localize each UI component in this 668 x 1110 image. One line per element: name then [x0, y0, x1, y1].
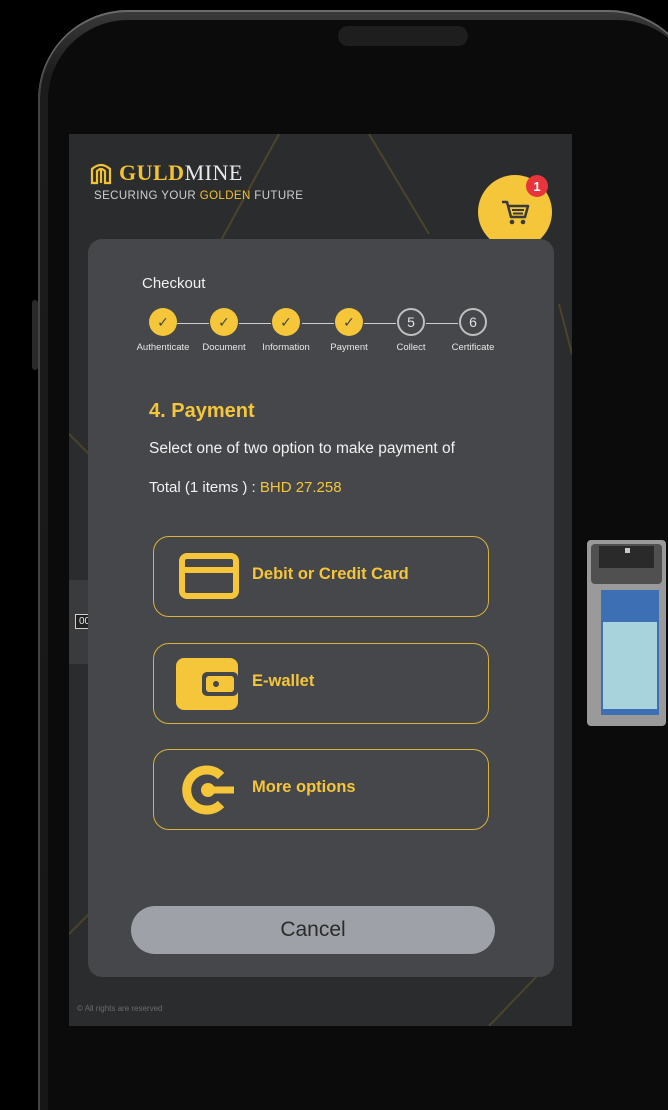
cart-icon: [502, 200, 530, 225]
debit-credit-card-option[interactable]: Debit or Credit Card: [153, 536, 489, 617]
option-label: E-wallet: [252, 672, 315, 690]
copyright-footer: © All rights are reserved: [77, 1004, 163, 1013]
more-options-option[interactable]: More options: [153, 749, 489, 830]
check-icon: ✓: [149, 308, 177, 336]
checkout-card: Checkout ✓ Authenticate ✓ Document ✓ Inf…: [88, 239, 554, 977]
cart-count-badge: 1: [526, 175, 548, 197]
step-authenticate: ✓ Authenticate: [128, 308, 198, 353]
brand-logo: GULDMINE: [89, 160, 243, 186]
brand-tagline: SECURING YOUR GOLDEN FUTURE: [94, 190, 304, 202]
credit-card-icon: [179, 553, 239, 599]
more-options-icon: [182, 765, 234, 815]
section-title: 4. Payment: [149, 400, 255, 422]
step-label: Payment: [330, 342, 368, 353]
option-label: Debit or Credit Card: [252, 565, 409, 583]
step-label: Authenticate: [136, 342, 190, 353]
app-screen: GULDMINE SECURING YOUR GOLDEN FUTURE 1 0…: [69, 134, 572, 1026]
goldmine-logo-icon: [90, 163, 112, 185]
cancel-button[interactable]: Cancel: [131, 906, 495, 954]
brand-name: GULDMINE: [119, 160, 243, 185]
step-label: Document: [202, 342, 246, 353]
step-label: Information: [262, 342, 310, 353]
payment-instructions: Select one of two option to make payment…: [149, 440, 455, 457]
step-collect: 5 Collect: [376, 308, 446, 353]
step-label: Collect: [396, 342, 426, 353]
checkout-title: Checkout: [142, 275, 206, 292]
order-total: Total (1 items ) : BHD 27.258: [149, 479, 342, 496]
wallet-icon: [176, 658, 238, 710]
step-number: 5: [397, 308, 425, 336]
phone-side-button: [32, 300, 38, 370]
check-icon: ✓: [272, 308, 300, 336]
step-label: Certificate: [451, 342, 495, 353]
option-label: More options: [252, 778, 356, 796]
check-icon: ✓: [335, 308, 363, 336]
usb-drive-icon: [587, 540, 666, 726]
step-document: ✓ Document: [189, 308, 259, 353]
e-wallet-option[interactable]: E-wallet: [153, 643, 489, 724]
total-amount: BHD 27.258: [259, 479, 342, 496]
step-certificate: 6 Certificate: [438, 308, 508, 353]
phone-speaker: [338, 26, 468, 46]
check-icon: ✓: [210, 308, 238, 336]
step-number: 6: [459, 308, 487, 336]
step-payment: ✓ Payment: [314, 308, 384, 353]
step-information: ✓ Information: [251, 308, 321, 353]
